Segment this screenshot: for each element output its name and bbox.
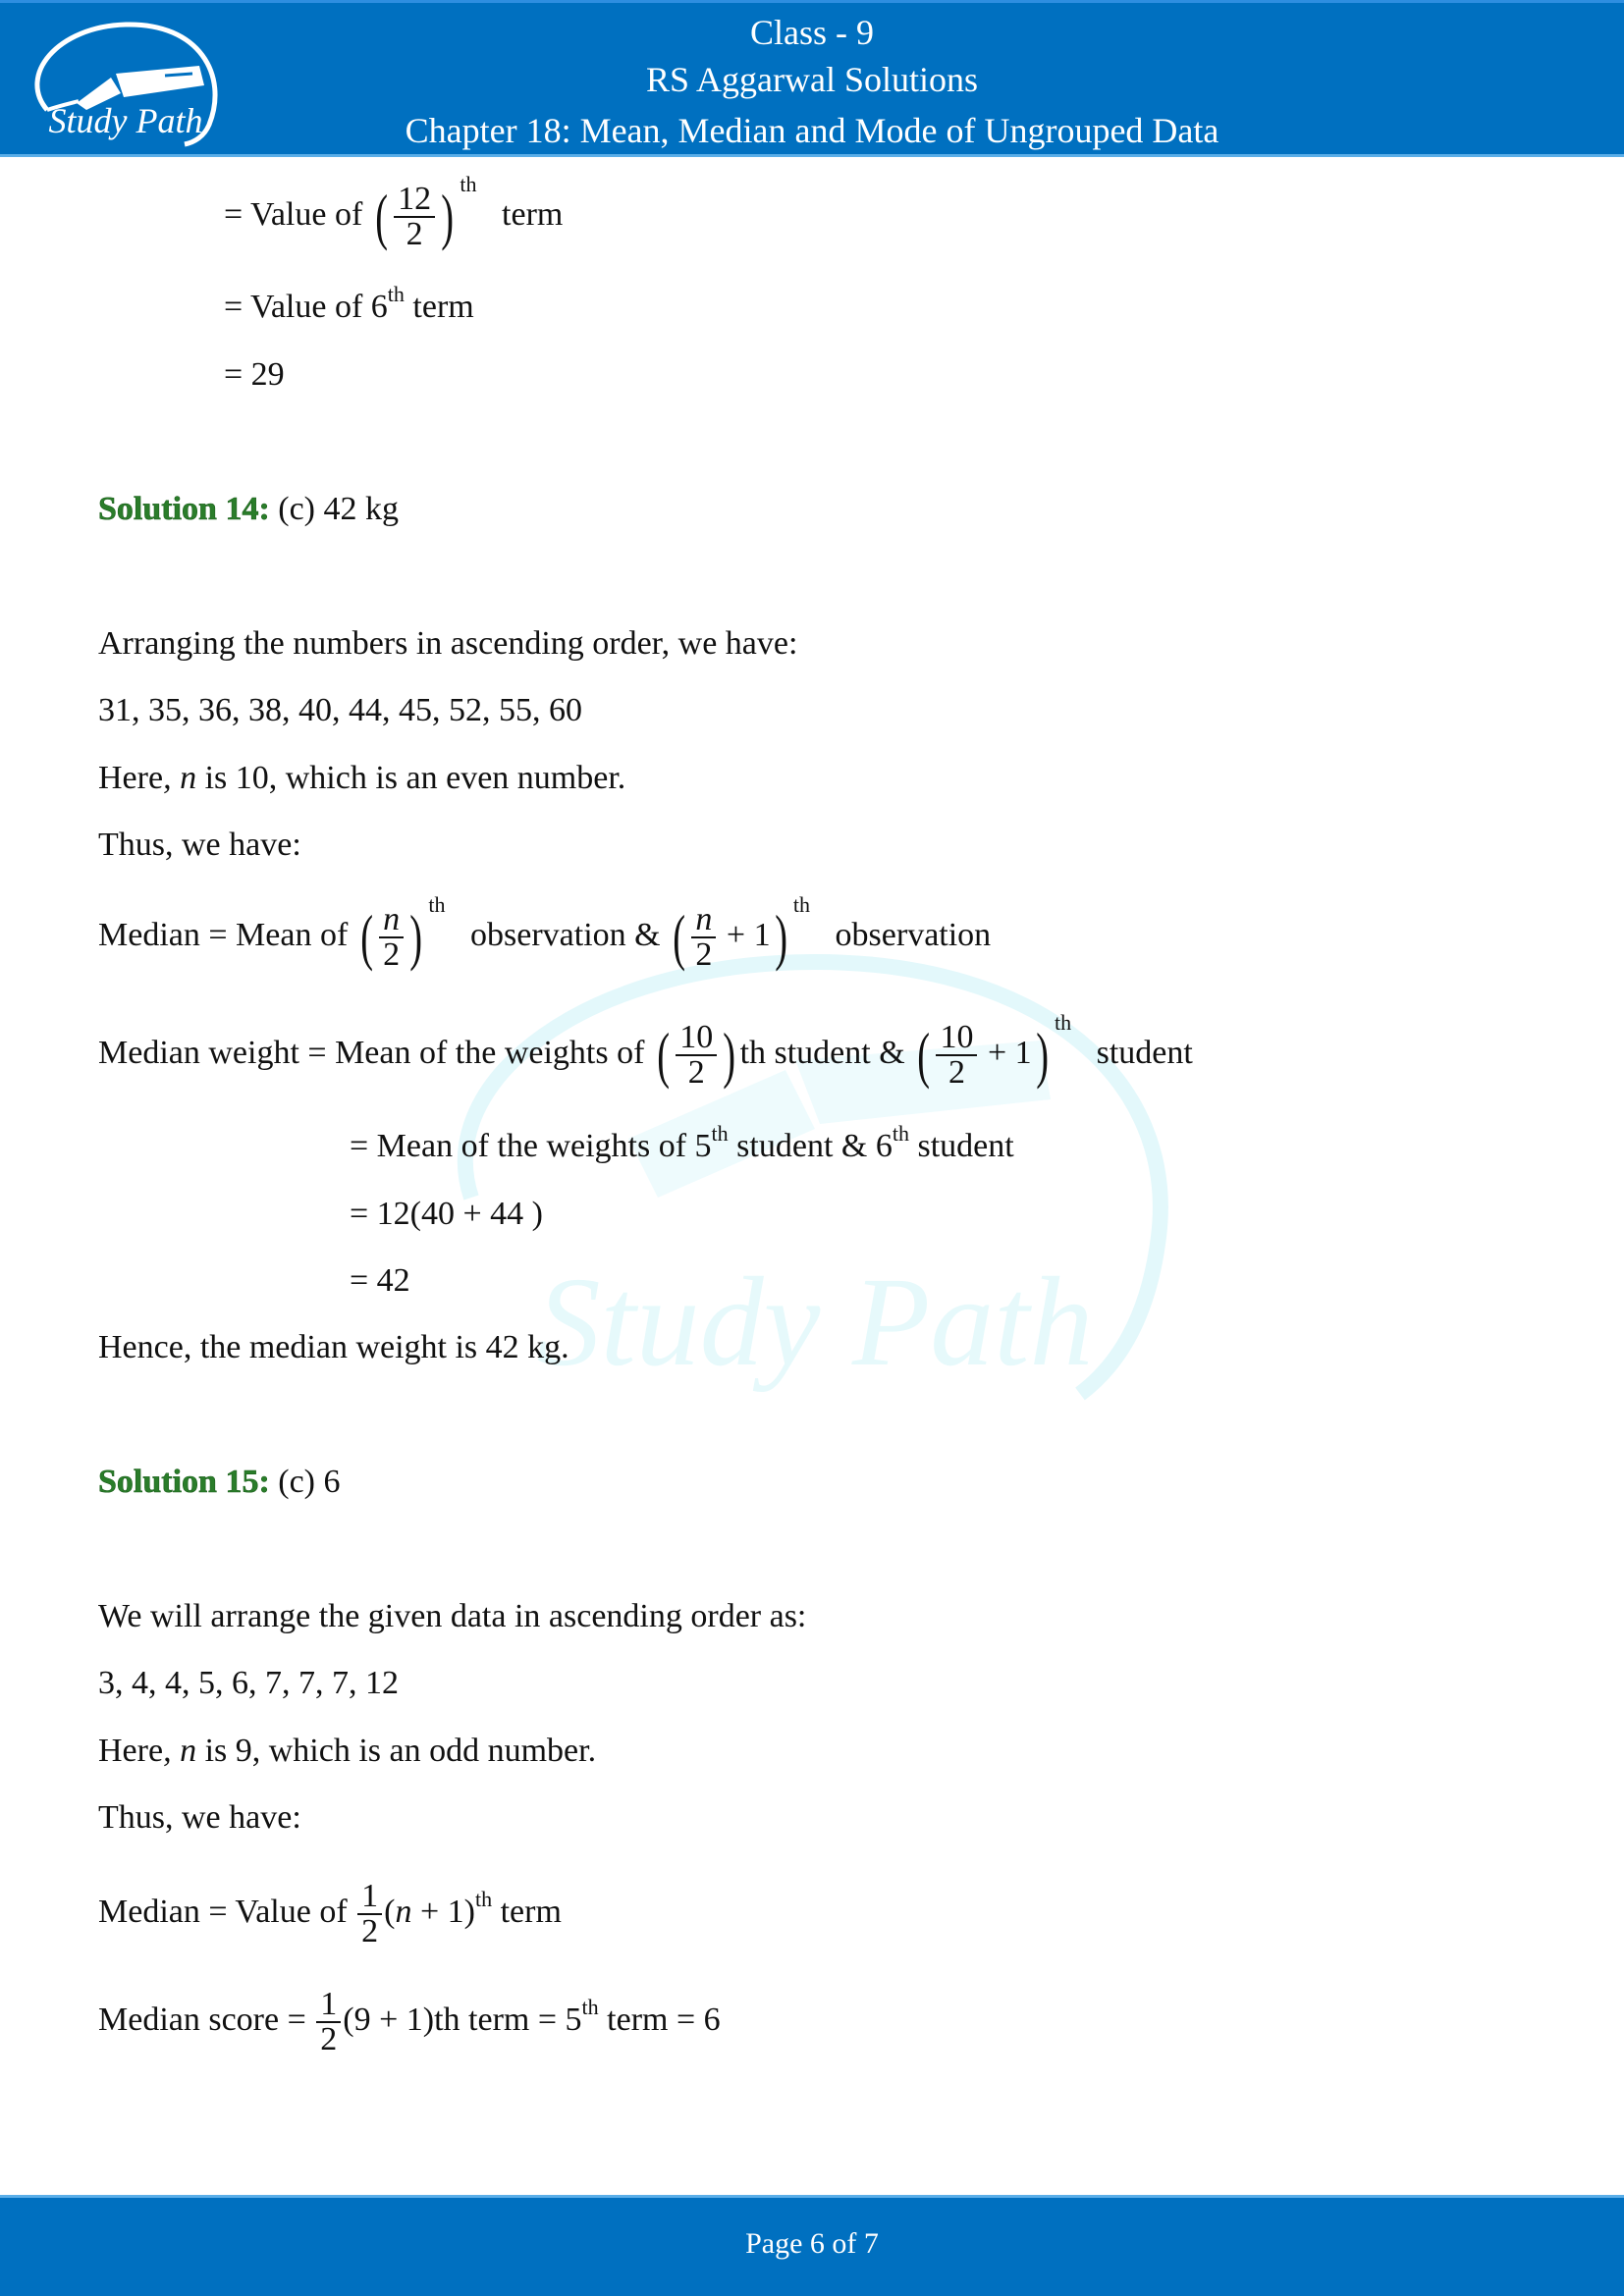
text: Here xyxy=(98,1733,164,1769)
fraction: 12 xyxy=(316,1988,342,2057)
solution-14-median-formula: Median = Mean of (n 2) th observation & (n… xyxy=(98,891,992,973)
continuation-line-1: = Value of (12 2) th term xyxy=(224,171,564,252)
superscript: th xyxy=(892,1121,909,1146)
solution-label: Solution 15: xyxy=(98,1464,270,1501)
solution-14-thus: Thus, we have: xyxy=(98,827,301,863)
text: + 1) xyxy=(411,1893,475,1930)
superscript: th xyxy=(474,1886,493,1911)
solution-14-intro: Arranging the numbers in ascending order… xyxy=(98,625,798,662)
solution-14-step-2: = 12(40 + 44 ) xyxy=(350,1196,543,1232)
text: + 1 xyxy=(987,1034,1032,1071)
continuation-line-3: = 29 xyxy=(224,356,285,393)
text: is 10, which is an even number. xyxy=(196,760,626,796)
fraction: n2 xyxy=(379,903,405,973)
study-path-watermark-icon: Study Path xyxy=(458,953,1168,1401)
denominator: 2 xyxy=(406,216,423,252)
solution-15-thus: Thus, we have: xyxy=(98,1799,301,1836)
fraction: 12 2 xyxy=(394,183,436,252)
solution-14-step-1: = Mean of the weights of 5th student & 6… xyxy=(350,1123,1014,1166)
solution-14-median-weight: Median weight = Mean of the weights of (… xyxy=(98,1009,1193,1091)
text: term = 6 xyxy=(598,2001,721,2038)
text: term xyxy=(492,1893,562,1930)
fraction: 10 2 xyxy=(936,1021,978,1091)
fraction: 10 2 xyxy=(676,1021,718,1091)
solution-answer: (c) 42 kg xyxy=(278,491,400,527)
superscript: th xyxy=(711,1121,729,1146)
solution-15-intro: We will arrange the given data in ascend… xyxy=(98,1598,807,1634)
text: Median score = xyxy=(98,2001,306,2038)
denominator: 2 xyxy=(695,936,713,973)
text: = Value of 6 xyxy=(224,289,388,325)
text: student xyxy=(908,1128,1014,1164)
superscript: th xyxy=(387,282,405,306)
numerator: 1 xyxy=(357,1880,383,1915)
numerator: 10 xyxy=(676,1021,718,1056)
denominator: 2 xyxy=(383,936,401,973)
solution-14-conclusion: Hence, the median weight is 42 kg. xyxy=(98,1329,569,1365)
numerator: 1 xyxy=(316,1988,342,2023)
text: = Mean of the weights of 5 xyxy=(350,1128,712,1164)
chapter-title: Chapter 18: Mean, Median and Mode of Ung… xyxy=(405,111,1219,150)
text: Median weight = Mean of the weights of xyxy=(98,1034,645,1071)
page-footer: Page 6 of 7 xyxy=(0,2195,1624,2296)
text: student xyxy=(1096,1034,1193,1071)
fraction: 12 xyxy=(357,1880,383,1949)
denominator: 2 xyxy=(361,1913,379,1949)
solution-14-here: Here, n is 10, which is an even number. xyxy=(98,760,626,796)
solution-15-median-score: Median score = 1 2 (9 + 1)th term = 5th te… xyxy=(98,1988,721,2056)
text: is 9, which is an odd number. xyxy=(196,1733,597,1769)
solution-14-numbers: 31, 35, 36, 38, 40, 44, 45, 52, 55, 60 xyxy=(98,692,582,728)
variable: n xyxy=(180,1733,197,1769)
paren-open: ( xyxy=(375,182,388,251)
numerator: 12 xyxy=(394,183,436,218)
solution-15-numbers: 3, 4, 4, 5, 6, 7, 7, 7, 12 xyxy=(98,1665,399,1701)
solution-answer: (c) 6 xyxy=(278,1464,341,1500)
denominator: 2 xyxy=(947,1054,965,1091)
text: Median = Mean of xyxy=(98,916,349,953)
denominator: 2 xyxy=(687,1054,705,1091)
text: + 1 xyxy=(726,916,771,953)
page-number: Page 6 of 7 xyxy=(745,2227,879,2260)
solution-14-heading: Solution 14: (c) 42 kg xyxy=(98,490,399,529)
text: observation xyxy=(835,916,992,953)
text: term xyxy=(502,195,564,233)
numerator: n xyxy=(379,903,405,938)
text: Here xyxy=(98,760,164,796)
superscript: th xyxy=(581,1994,599,2019)
text: Median = Value of xyxy=(98,1893,348,1930)
continuation-line-2: = Value of 6th term xyxy=(224,284,474,327)
paren-close: ) xyxy=(441,182,455,251)
solution-15-heading: Solution 15: (c) 6 xyxy=(98,1463,341,1502)
solution-14-step-3: = 42 xyxy=(350,1262,410,1299)
denominator: 2 xyxy=(320,2021,338,2057)
fraction: n2 xyxy=(691,903,717,973)
text: = Value of xyxy=(224,195,363,233)
svg-text:Study Path: Study Path xyxy=(537,1252,1094,1393)
solution-15-median-formula: Median = Value of 1 2 (n + 1)th term xyxy=(98,1880,562,1949)
book-title: RS Aggarwal Solutions xyxy=(645,60,979,99)
page-header: Study Path Class - 9 RS Aggarwal Solutio… xyxy=(0,0,1624,157)
text: student & 6 xyxy=(728,1128,893,1164)
text: ( xyxy=(384,1893,396,1930)
solution-label: Solution 14: xyxy=(98,491,270,528)
text: th student & xyxy=(739,1034,905,1071)
variable: n xyxy=(180,760,197,796)
text: observation & xyxy=(470,916,661,953)
class-label: Class - 9 xyxy=(750,13,874,52)
text: term xyxy=(404,289,474,325)
solution-15-here: Here, n is 9, which is an odd number. xyxy=(98,1733,597,1769)
text: (9 + 1)th term = 5 xyxy=(343,2001,582,2038)
variable: n xyxy=(395,1893,412,1930)
numerator: n xyxy=(691,903,717,938)
numerator: 10 xyxy=(936,1021,978,1056)
